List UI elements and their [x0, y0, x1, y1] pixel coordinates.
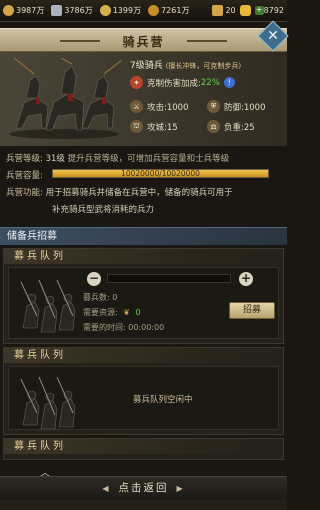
unit-subtitle: (擅长冲锋，可克制步兵) — [165, 62, 242, 70]
recruit-time-label: 需要的时间: — [83, 323, 126, 332]
recruit-count-value: 0 — [112, 293, 118, 302]
resource-iron-value: 3786万 — [64, 6, 93, 15]
spearmen-illustration — [20, 279, 76, 333]
recruit-time-row: 需要的时间: 00:00:00 — [83, 322, 164, 333]
counter-value: 22% — [200, 77, 220, 88]
bottom-strip — [0, 500, 287, 510]
resource-coin: 7261万 — [148, 5, 189, 16]
recruit-count-label: 募兵数: — [83, 293, 110, 302]
queue-1-body: − + 募兵数: 0 需要资源: ❦ 0 需要的时间: 00:00:00 招募 — [8, 267, 279, 339]
barracks-level-hint: 提升兵营等级，可增加兵营容量和士兵等级 — [67, 154, 230, 164]
close-icon: ✕ — [267, 28, 279, 44]
page-title: 骑兵营 — [122, 35, 165, 49]
coin-icon — [148, 5, 160, 16]
queue-2-title: 募兵队列 — [4, 348, 283, 363]
decrease-button[interactable]: − — [87, 272, 101, 286]
siege-stat: ⛫ 攻城:15 — [130, 120, 178, 133]
recruit-amount-slider[interactable] — [107, 274, 231, 283]
shield-icon: ⛨ — [207, 100, 220, 113]
resource-gold-value: 3987万 — [16, 6, 45, 15]
defense-value: 防御:1000 — [224, 102, 266, 113]
premium-gold-value: 8792 — [263, 6, 284, 15]
defense-stat: ⛨ 防御:1000 — [207, 100, 266, 113]
recruit-count-row: 募兵数: 0 — [83, 292, 117, 303]
resource-bar: 3987万 3786万 1399万 7261万 20 + 8792 — [0, 0, 287, 22]
counter-icon: ✦ — [130, 76, 143, 89]
load-icon: ⚖ — [207, 120, 220, 133]
siege-icon: ⛫ — [130, 120, 143, 133]
wheat-icon — [99, 5, 111, 16]
header-ornament-right — [187, 40, 227, 42]
barracks-function-row2: 补充骑兵型武将消耗的兵力 — [52, 203, 154, 215]
spearmen-illustration — [20, 376, 76, 430]
iron-ingot-icon — [51, 5, 63, 16]
barracks-function-label: 兵营功能: — [6, 188, 43, 198]
unit-title: 7级骑兵 (擅长冲锋，可克制步兵) — [130, 58, 241, 71]
unit-info-panel: 7级骑兵 (擅长冲锋，可克制步兵) ✦ 克制伤害加成: 22% ! ⚔ 攻击:1… — [0, 52, 287, 146]
recruit-time-value: 00:00:00 — [128, 323, 165, 332]
load-value: 负重:25 — [224, 122, 255, 133]
barracks-level-value: 31级 — [45, 154, 65, 164]
recruit-resource-row: 需要资源: ❦ 0 — [83, 307, 141, 318]
siege-value: 攻城:15 — [147, 122, 178, 133]
resource-wheat-value: 1399万 — [112, 6, 142, 15]
increase-button[interactable]: + — [239, 272, 253, 286]
barracks-capacity-label: 兵营容量: — [6, 171, 43, 181]
recruit-queue-2: 募兵队列 募兵队列空闲中 — [3, 347, 284, 435]
recruit-button[interactable]: 招募 — [229, 302, 275, 319]
recruit-resource-label: 需要资源: — [83, 308, 118, 317]
queue-3-title: 募兵队列 — [4, 439, 283, 454]
scroll-icon — [212, 5, 224, 16]
capacity-progress-bar: 10020000/10020000 — [52, 169, 269, 178]
resource-gold: 3987万 — [3, 5, 44, 16]
queue-1-title: 募兵队列 — [4, 249, 283, 264]
add-gold-icon[interactable]: + — [254, 6, 264, 15]
resource-iron: 3786万 — [51, 5, 93, 16]
cavalry-illustration — [9, 58, 122, 139]
info-icon[interactable]: ! — [223, 77, 235, 88]
back-button[interactable]: ◀ 点击返回 ▶ — [0, 476, 287, 500]
unit-level-name: 7级骑兵 — [130, 61, 163, 71]
capacity-progress-text: 10020000/10020000 — [121, 169, 200, 178]
counter-label: 克制伤害加成: — [147, 78, 201, 89]
resource-wheat: 1399万 — [99, 5, 142, 16]
barracks-function-line2: 补充骑兵型武将消耗的兵力 — [52, 205, 155, 215]
counter-bonus-row: ✦ 克制伤害加成: 22% ! — [130, 76, 235, 89]
right-arrow-icon: ▶ — [176, 484, 185, 493]
back-button-label: 点击返回 — [118, 482, 169, 494]
barracks-level-row: 兵营等级: 31级 提升兵营等级，可增加兵营容量和士兵等级 — [6, 152, 229, 164]
premium-gold[interactable]: + 8792 — [239, 5, 284, 16]
attack-stat: ⚔ 攻击:1000 — [130, 100, 189, 113]
barracks-function-line1: 用于招募骑兵并储备在兵营中，储备的骑兵可用于 — [45, 188, 233, 198]
recruit-queue-1: 募兵队列 − + 募兵数: 0 需要资源: ❦ 0 需要的时间: 00:00:0… — [3, 248, 284, 344]
load-stat: ⚖ 负重:25 — [207, 120, 255, 133]
crown-gold-icon — [3, 5, 14, 16]
queue-2-body: 募兵队列空闲中 — [8, 366, 279, 430]
wheat-icon: ❦ — [123, 308, 130, 317]
barracks-level-label: 兵营等级: — [6, 154, 43, 164]
barracks-capacity-row: 兵营容量: — [6, 169, 43, 181]
left-arrow-icon: ◀ — [102, 484, 111, 493]
queue-2-status: 募兵队列空闲中 — [133, 395, 193, 405]
attack-value: 攻击:1000 — [147, 102, 189, 113]
recruit-section-title: 储备兵招募 — [0, 227, 287, 245]
recruit-resource-value: 0 — [135, 308, 141, 317]
premium-scroll[interactable]: 20 — [212, 5, 236, 16]
recruit-queue-3: 募兵队列 — [3, 438, 284, 460]
gold-ingot-icon — [239, 5, 251, 16]
premium-scroll-value: 20 — [225, 6, 236, 15]
resource-coin-value: 7261万 — [161, 6, 190, 15]
page-header: 骑兵营 — [0, 28, 287, 52]
barracks-function-row: 兵营功能: 用于招募骑兵并储备在兵营中，储备的骑兵可用于 — [6, 186, 233, 198]
sword-icon: ⚔ — [130, 100, 143, 113]
